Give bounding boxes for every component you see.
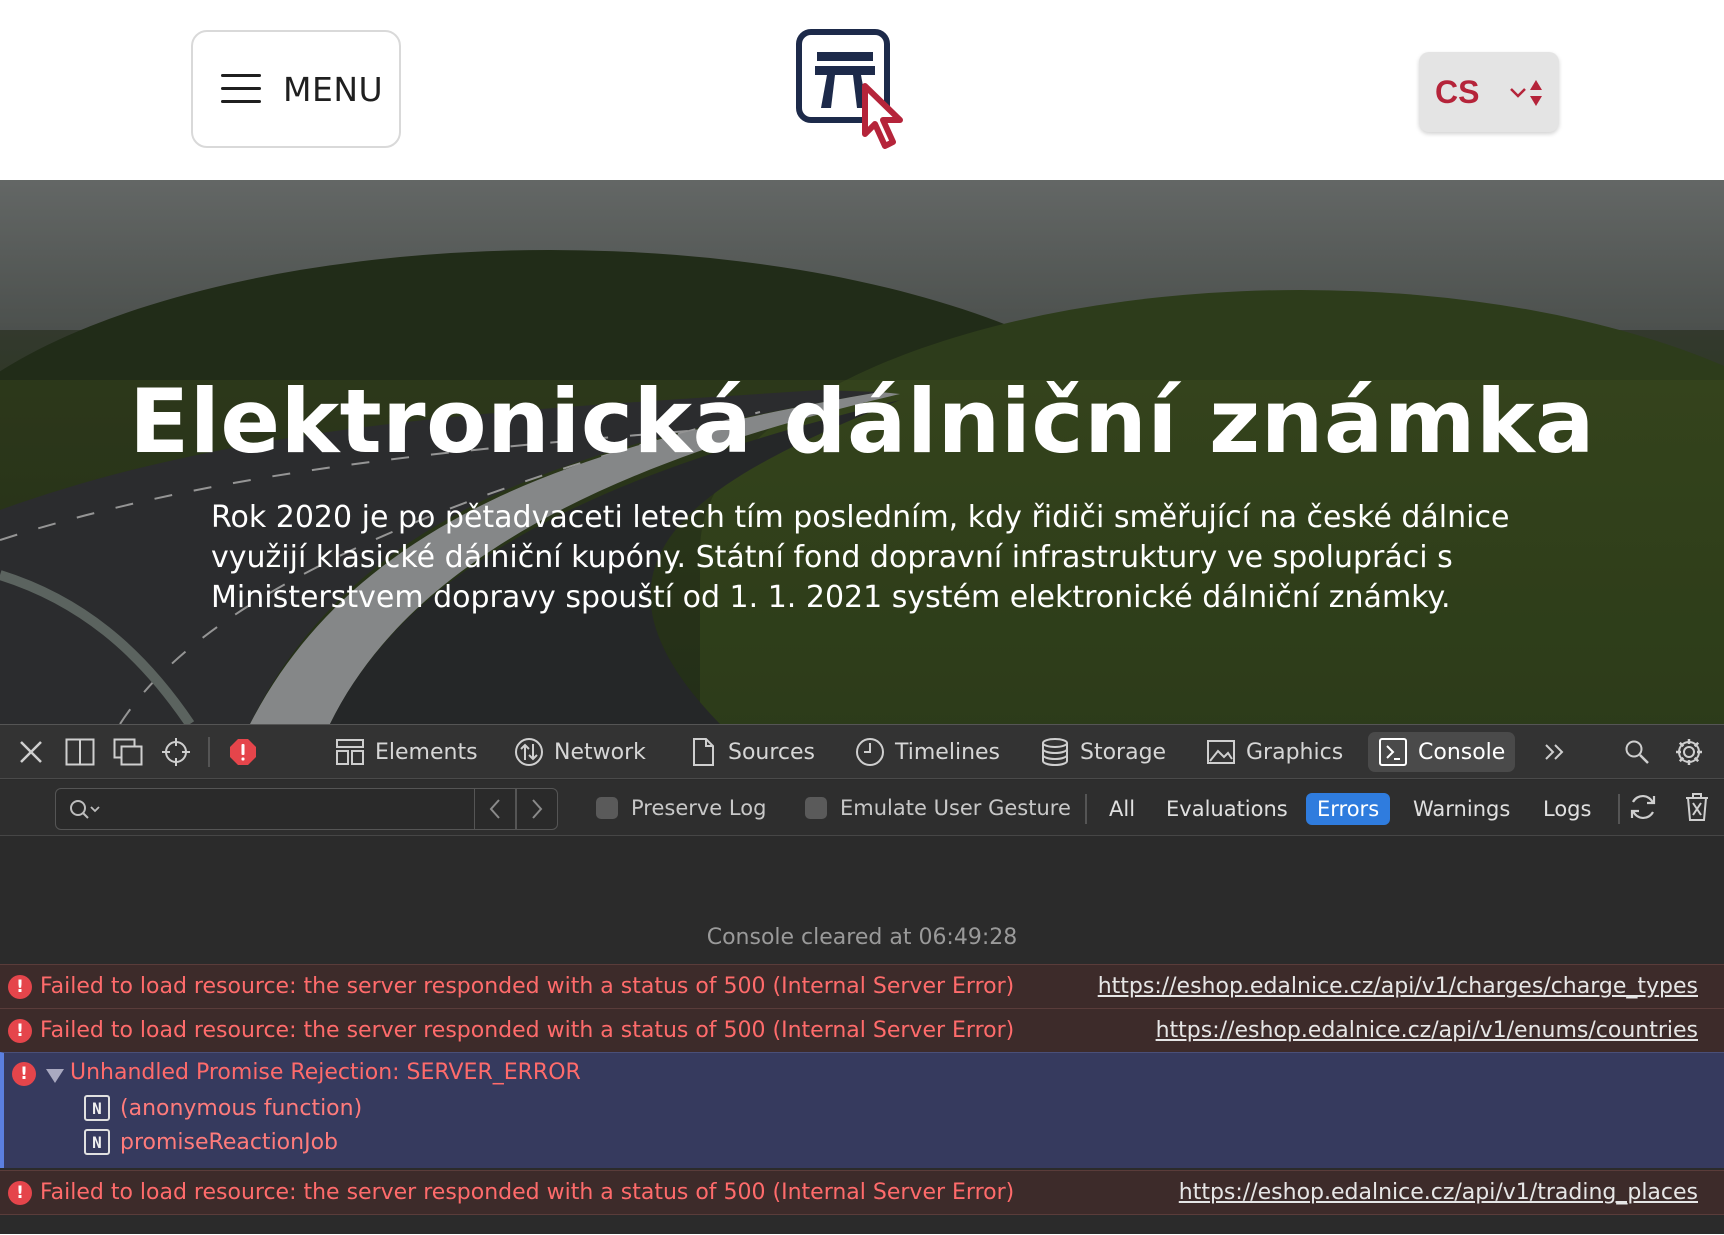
error-indicator-icon[interactable]	[226, 735, 260, 769]
hamburger-icon	[221, 74, 261, 104]
hero-banner: Elektronická dálniční známka Rok 2020 je…	[0, 180, 1724, 724]
stack-frame-name: (anonymous function)	[120, 1095, 363, 1121]
error-icon: !	[12, 1062, 36, 1086]
tab-storage[interactable]: Storage	[1030, 732, 1176, 772]
tab-label: Timelines	[895, 739, 1001, 765]
console-icon	[1379, 738, 1407, 766]
storage-icon	[1042, 738, 1068, 767]
element-selection-crosshair-icon[interactable]	[159, 735, 193, 769]
sources-icon	[693, 738, 714, 766]
menu-label: MENU	[283, 69, 384, 109]
reload-icon[interactable]	[1626, 790, 1660, 824]
next-match-button[interactable]	[516, 788, 558, 830]
console-filter-bar: Preserve Log Emulate User Gesture All Ev…	[0, 780, 1724, 836]
stack-frame[interactable]: N (anonymous function)	[84, 1095, 362, 1121]
language-code: CS	[1435, 73, 1480, 110]
tab-network[interactable]: Network	[504, 732, 656, 772]
level-filter-all[interactable]: All	[1098, 793, 1146, 825]
timelines-icon	[856, 738, 884, 766]
console-cleared-message: Console cleared at 06:49:28	[706, 925, 1018, 950]
network-icon	[515, 738, 543, 766]
error-text: Failed to load resource: the server resp…	[40, 1180, 1015, 1205]
console-error-message: ! Failed to load resource: the server re…	[0, 1008, 1724, 1052]
hero-title: Elektronická dálniční známka	[129, 370, 1595, 473]
inspector-tab-bar: Elements Network Sources Timelines Stora…	[0, 725, 1724, 779]
resource-link[interactable]: https://eshop.edalnice.cz/api/v1/trading…	[1179, 1180, 1698, 1205]
chevron-right-icon	[532, 799, 543, 819]
tab-label: Network	[554, 739, 646, 765]
tab-console[interactable]: Console	[1368, 732, 1516, 772]
checkbox-box	[805, 797, 827, 819]
search-icon	[68, 798, 102, 822]
level-filter-warnings[interactable]: Warnings	[1402, 793, 1521, 825]
level-filter-logs[interactable]: Logs	[1532, 793, 1602, 825]
settings-gear-icon[interactable]	[1672, 735, 1706, 769]
promise-rejection-title: Unhandled Promise Rejection: SERVER_ERRO…	[70, 1060, 581, 1085]
native-code-badge: N	[84, 1095, 110, 1121]
stack-frame-name: promiseReactionJob	[120, 1129, 338, 1155]
tab-graphics[interactable]: Graphics	[1196, 732, 1353, 772]
filter-separator	[1618, 794, 1620, 824]
previous-match-button[interactable]	[474, 788, 516, 830]
language-select[interactable]: CS	[1419, 52, 1559, 132]
dock-side-icon[interactable]	[63, 735, 97, 769]
tab-sources[interactable]: Sources	[678, 732, 825, 772]
console-error-message: ! Failed to load resource: the server re…	[0, 964, 1724, 1008]
motorway-sign-cursor-icon[interactable]	[795, 28, 910, 150]
tab-label: Sources	[728, 739, 816, 765]
console-filter-input[interactable]	[56, 789, 474, 829]
stack-frame[interactable]: N promiseReactionJob	[84, 1129, 338, 1155]
filter-separator	[1085, 794, 1087, 824]
tab-elements[interactable]: Elements	[325, 732, 488, 772]
tab-label: Storage	[1080, 739, 1167, 765]
level-filter-errors[interactable]: Errors	[1306, 793, 1391, 825]
emulate-user-gesture-checkbox[interactable]: Emulate User Gesture	[805, 796, 1071, 820]
checkbox-box	[596, 797, 618, 819]
tabbar-separator	[208, 737, 210, 767]
console-promise-rejection: ! Unhandled Promise Rejection: SERVER_ER…	[0, 1052, 1724, 1168]
tab-label: Graphics	[1246, 739, 1344, 765]
clear-console-trash-icon[interactable]	[1680, 790, 1714, 824]
disclosure-triangle-icon[interactable]	[46, 1069, 64, 1083]
select-arrows-icon	[1510, 80, 1542, 106]
console-filter-field[interactable]	[55, 788, 475, 830]
error-icon: !	[8, 1180, 32, 1205]
error-text: Failed to load resource: the server resp…	[40, 974, 1015, 999]
undock-window-icon[interactable]	[111, 735, 145, 769]
tab-label: Elements	[375, 739, 478, 765]
more-tabs-chevron-icon[interactable]	[1538, 735, 1572, 769]
console-error-message: ! Failed to load resource: the server re…	[0, 1170, 1724, 1214]
checkbox-label: Preserve Log	[631, 796, 767, 820]
hero-paragraph: Rok 2020 je po pětadvaceti letech tím po…	[211, 500, 1510, 615]
site-header: MENU CS	[0, 0, 1724, 180]
menu-button[interactable]: MENU	[191, 30, 401, 148]
resource-link[interactable]: https://eshop.edalnice.cz/api/v1/enums/c…	[1156, 1018, 1698, 1043]
native-code-badge: N	[84, 1129, 110, 1155]
chevron-left-icon	[489, 799, 500, 819]
tab-label: Console	[1418, 739, 1506, 765]
graphics-icon	[1207, 740, 1235, 764]
error-text: Failed to load resource: the server resp…	[40, 1018, 1015, 1043]
search-icon[interactable]	[1620, 735, 1654, 769]
level-filter-evaluations[interactable]: Evaluations	[1155, 793, 1299, 825]
error-icon: !	[8, 1018, 32, 1043]
tab-timelines[interactable]: Timelines	[845, 732, 1010, 772]
checkbox-label: Emulate User Gesture	[840, 796, 1071, 820]
preserve-log-checkbox[interactable]: Preserve Log	[596, 796, 766, 820]
close-icon[interactable]	[14, 735, 48, 769]
console-bottom-space	[0, 1214, 1724, 1234]
error-icon: !	[8, 974, 32, 999]
resource-link[interactable]: https://eshop.edalnice.cz/api/v1/charges…	[1098, 974, 1698, 999]
elements-icon	[336, 739, 364, 765]
